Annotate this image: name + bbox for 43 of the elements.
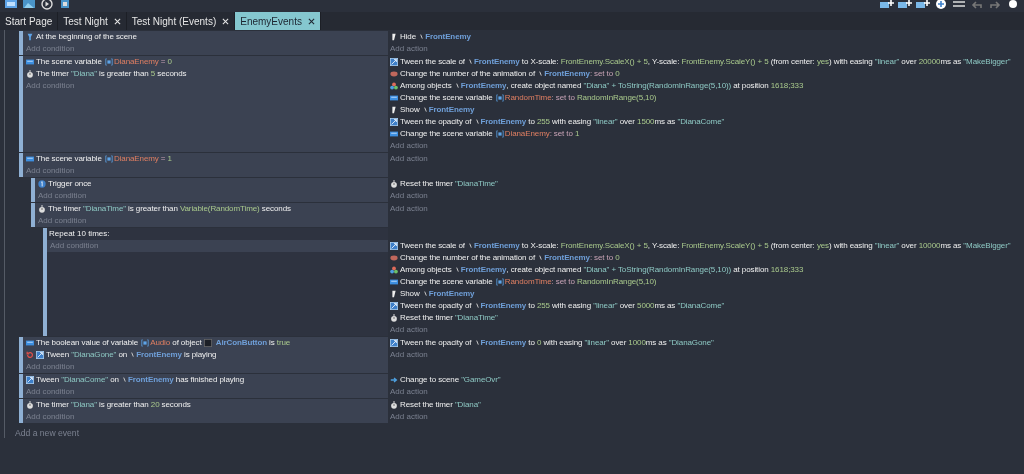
action[interactable]: Change the number of the animation of FrontEnemy: set to 0 (390, 68, 1024, 80)
action[interactable]: Reset the timer "DianaTime" (390, 312, 1024, 324)
action[interactable]: Show FrontEnemy (390, 104, 1024, 116)
action[interactable]: Reset the timer "Diana" (390, 399, 1024, 411)
tab[interactable]: EnemyEvents (235, 12, 321, 30)
condition[interactable]: The boolean value of variable Audio of object AirConButton is true (26, 337, 388, 349)
add-action-link[interactable]: Add action (390, 153, 1024, 165)
add-action-link[interactable]: Add action (390, 411, 1024, 423)
action[interactable]: Tween the scale of FrontEnemy to X-scale: FrontEnemy.ScaleX() + 5, Y-scale: FrontEnemy.ScaleY() + 5 (from center: yes) with easing "linear" over 20000ms as "MakeBigger" (390, 56, 1024, 68)
action[interactable]: Hide FrontEnemy (390, 31, 1024, 43)
add-action-link[interactable]: Add action (390, 203, 1024, 215)
action[interactable]: Change the scene variable RandomTime: set to RandomInRange(5,10) (390, 92, 1024, 104)
action[interactable]: Show FrontEnemy (390, 288, 1024, 300)
add-action-link[interactable]: Add action (390, 324, 1024, 336)
condition[interactable]: The scene variable DianaEnemy = 0 (26, 56, 388, 68)
action[interactable]: Reset the timer "DianaTime" (390, 178, 1024, 190)
action[interactable]: Tween the opacity of FrontEnemy to 255 with easing "linear" over 5000ms as "DianaCome" (390, 300, 1024, 312)
action[interactable]: Tween the scale of FrontEnemy to X-scale: FrontEnemy.ScaleX() + 5, Y-scale: FrontEnemy.ScaleY() + 5 (from center: yes) with easing "linear" over 10000ms as "MakeBigger" (390, 240, 1024, 252)
add-action-link[interactable]: Add action (390, 386, 1024, 398)
action[interactable]: Change the scene variable DianaEnemy: set to 1 (390, 128, 1024, 140)
tab[interactable]: Test Night (58, 12, 127, 30)
action[interactable]: Tween the opacity of FrontEnemy to 0 with easing "linear" over 1000ms as "DianaGone" (390, 337, 1024, 349)
action[interactable]: Tween the opacity of FrontEnemy to 255 with easing "linear" over 1500ms as "DianaCome" (390, 116, 1024, 128)
condition[interactable]: Tween "DianaGone" on FrontEnemy is playing (26, 349, 388, 361)
condition[interactable]: The timer "DianaTime" is greater than Variable(RandomTime) seconds (38, 203, 388, 215)
action[interactable]: Change the scene variable RandomTime: set to RandomInRange(5,10) (390, 276, 1024, 288)
condition[interactable]: The timer "Diana" is greater than 20 seconds (26, 399, 388, 411)
condition[interactable]: At the beginning of the scene (26, 31, 388, 43)
condition[interactable]: The timer "Diana" is greater than 5 seconds (26, 68, 388, 80)
add-action-link[interactable]: Add action (390, 43, 1024, 55)
add-action-link[interactable]: Add action (390, 140, 1024, 152)
tab[interactable]: Start Page (0, 12, 59, 30)
action[interactable]: Among objects FrontEnemy, create object named "Diana" + ToString(RandomInRange(5,10)) at position 1618;333 (390, 264, 1024, 276)
add-action-link[interactable]: Add action (390, 190, 1024, 202)
condition[interactable]: The scene variable DianaEnemy = 1 (26, 153, 388, 165)
add-action-link[interactable]: Add action (390, 349, 1024, 361)
action[interactable]: Change to scene "GameOvr" (390, 374, 1024, 386)
action[interactable]: Among objects FrontEnemy, create object named "Diana" + ToString(RandomInRange(5,10)) at position 1618;333 (390, 80, 1024, 92)
condition[interactable]: Trigger once (38, 178, 388, 190)
condition[interactable]: Tween "DianaCome" on FrontEnemy has finished playing (26, 374, 388, 386)
add-event-link[interactable]: Add a new event (5, 424, 1024, 438)
action[interactable]: Change the number of the animation of FrontEnemy: set to 0 (390, 252, 1024, 264)
repeat-label: Repeat 10 times: (48, 228, 111, 240)
